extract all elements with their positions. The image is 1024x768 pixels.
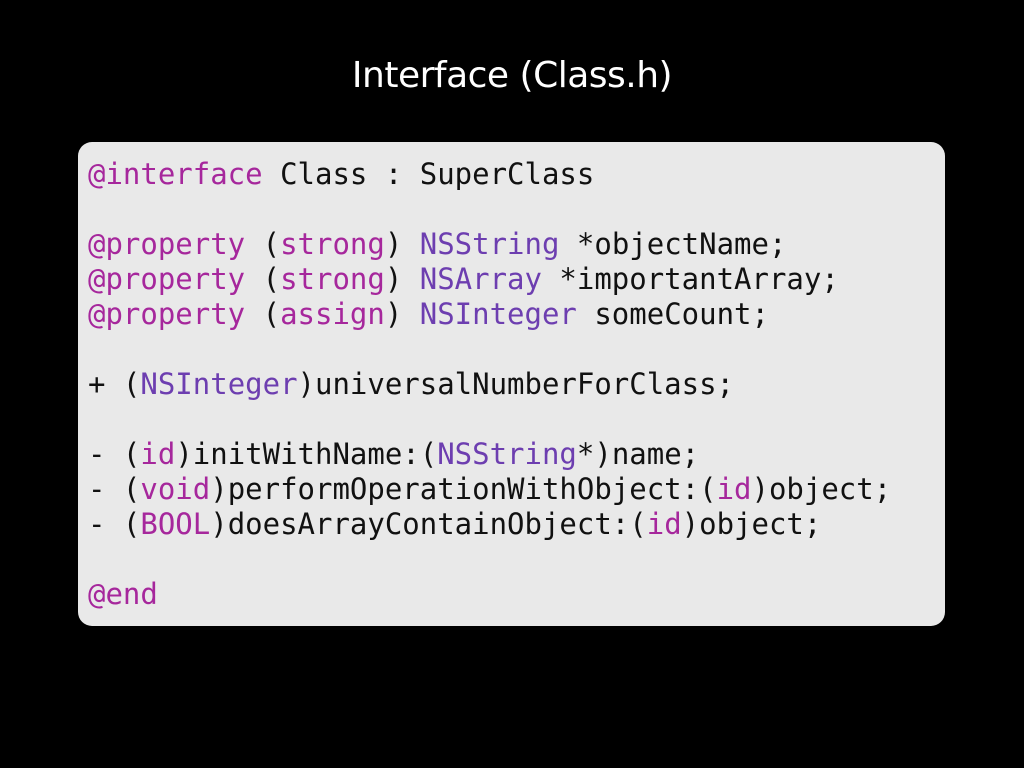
code-text: ( — [245, 262, 281, 296]
code-text: ) — [384, 262, 420, 296]
code-line: - (id)initWithName:(NSString*)name; — [88, 437, 891, 472]
code-block: @interface Class : SuperClass @property … — [88, 157, 891, 612]
code-keyword: @interface — [88, 157, 263, 191]
code-text: - ( — [88, 472, 141, 506]
code-text: *)name; — [576, 437, 700, 471]
code-keyword: void — [140, 472, 211, 506]
code-line: + (NSInteger)universalNumberForClass; — [88, 367, 891, 402]
code-text: ) — [384, 297, 420, 331]
code-line: @property (strong) NSArray *importantArr… — [88, 262, 891, 297]
code-keyword: strong — [280, 227, 385, 261]
code-text: ) — [384, 227, 420, 261]
code-text: - ( — [88, 437, 141, 471]
code-line: - (void)performOperationWithObject:(id)o… — [88, 472, 891, 507]
code-text: *objectName; — [559, 227, 787, 261]
code-line: @end — [88, 577, 891, 612]
code-type: NSArray — [419, 262, 542, 296]
code-keyword: id — [716, 472, 752, 506]
code-text: - ( — [88, 507, 141, 541]
code-text: )performOperationWithObject:( — [210, 472, 717, 506]
code-keyword: id — [140, 437, 176, 471]
code-text: Class : SuperClass — [262, 157, 595, 191]
code-text: )object; — [681, 507, 822, 541]
code-keyword: id — [646, 507, 682, 541]
code-type: NSString — [419, 227, 560, 261]
code-keyword: BOOL — [140, 507, 211, 541]
code-text: ( — [245, 297, 281, 331]
code-keyword: @property — [88, 262, 246, 296]
code-text: someCount; — [576, 297, 769, 331]
code-line: @property (assign) NSInteger someCount; — [88, 297, 891, 332]
code-text: )object; — [751, 472, 892, 506]
code-type: NSString — [437, 437, 577, 471]
code-text: )initWithName:( — [175, 437, 438, 471]
code-text: ( — [245, 227, 281, 261]
code-text: *importantArray; — [541, 262, 839, 296]
code-panel: @interface Class : SuperClass @property … — [78, 142, 945, 626]
code-line: @interface Class : SuperClass — [88, 157, 891, 192]
code-keyword: assign — [280, 297, 385, 331]
slide-title: Interface (Class.h) — [351, 55, 673, 96]
code-type: NSInteger — [419, 297, 577, 331]
code-keyword: @property — [88, 297, 246, 331]
code-keyword: @end — [88, 577, 158, 611]
code-keyword: @property — [88, 227, 246, 261]
code-type: NSInteger — [140, 367, 298, 401]
code-line: - (BOOL)doesArrayContainObject:(id)objec… — [88, 507, 891, 542]
code-text: )doesArrayContainObject:( — [210, 507, 647, 541]
code-text: + ( — [88, 367, 141, 401]
code-text: )universalNumberForClass; — [297, 367, 735, 401]
code-keyword: strong — [280, 262, 385, 296]
code-line: @property (strong) NSString *objectName; — [88, 227, 891, 262]
